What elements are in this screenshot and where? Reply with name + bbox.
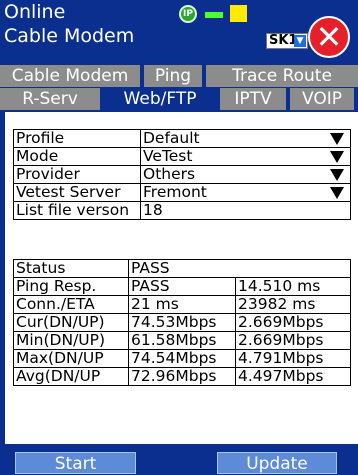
result-value: 72.96Mbps (128, 367, 236, 386)
table-row: Max(DN/UP 74.54Mbps 4.791Mbps (13, 349, 351, 368)
top-tab-bar: Cable Modem Ping Trace Route (0, 65, 358, 87)
result-value: 4.497Mbps (235, 367, 351, 386)
config-label: Vetest Server (13, 183, 141, 202)
result-value: 14.510 ms (235, 277, 351, 296)
dropdown-arrow-icon (330, 151, 344, 163)
connection-status: Online (4, 1, 66, 23)
result-value: 74.54Mbps (128, 349, 236, 368)
table-row: Ping Resp. PASS 14.510 ms (13, 277, 351, 296)
sub-tab-bar: R-Serv Web/FTP IPTV VOIP (0, 88, 358, 110)
result-value: 61.58Mbps (128, 331, 236, 350)
table-row: Cur(DN/UP) 74.53Mbps 2.669Mbps (13, 313, 351, 332)
result-label: Avg(DN/UP (13, 367, 129, 386)
result-value: 21 ms (128, 295, 236, 314)
dropdown-arrow-icon (330, 133, 344, 145)
config-value: Others (143, 165, 196, 183)
config-value: VeTest (143, 147, 193, 165)
result-value: 2.669Mbps (235, 331, 351, 350)
tab-r-serv[interactable]: R-Serv (0, 88, 100, 110)
config-table: Profile Default Mode VeTest Provider Oth… (13, 129, 351, 220)
yellow-indicator-icon (230, 5, 247, 22)
table-row: Conn./ETA 21 ms 23982 ms (13, 295, 351, 314)
result-label: Max(DN/UP (13, 349, 129, 368)
dropdown-arrow-icon (330, 187, 344, 199)
config-label: Profile (13, 129, 141, 148)
tab-voip[interactable]: VOIP (290, 88, 354, 110)
result-value: 2.669Mbps (235, 313, 351, 332)
table-row: List file verson 18 (13, 201, 351, 220)
tab-web-ftp[interactable]: Web/FTP (104, 88, 216, 110)
dropdown-arrow-icon (330, 169, 344, 181)
result-label: Cur(DN/UP) (13, 313, 129, 332)
close-icon: ✕ (315, 18, 343, 56)
table-row: Avg(DN/UP 72.96Mbps 4.497Mbps (13, 367, 351, 386)
table-row: Min(DN/UP) 61.58Mbps 2.669Mbps (13, 331, 351, 350)
chevron-down-icon: ▼ (294, 35, 306, 47)
config-label: Provider (13, 165, 141, 184)
result-value: PASS (128, 277, 236, 296)
config-value: 18 (140, 201, 351, 220)
result-label: Min(DN/UP) (13, 331, 129, 350)
config-value: Fremont (143, 183, 207, 201)
link-bar-icon (205, 12, 223, 18)
cable-modem-screen: Online Cable Modem IP SK1 ▼ ✕ Cable Mode… (0, 0, 358, 474)
result-label: Conn./ETA (13, 295, 129, 314)
mode-select[interactable]: VeTest (140, 147, 351, 166)
config-label: List file verson (13, 201, 141, 220)
test-panel: Profile Default Mode VeTest Provider Oth… (5, 112, 358, 444)
table-row[interactable]: Profile Default (13, 129, 351, 148)
result-label: Ping Resp. (13, 277, 129, 296)
tab-iptv[interactable]: IPTV (220, 88, 286, 110)
tab-ping[interactable]: Ping (144, 65, 202, 87)
table-row[interactable]: Mode VeTest (13, 147, 351, 166)
start-button[interactable]: Start (15, 452, 136, 474)
result-label: Status (13, 259, 129, 278)
close-button[interactable]: ✕ (308, 16, 350, 58)
tab-cable-modem[interactable]: Cable Modem (0, 65, 140, 87)
device-type: Cable Modem (4, 25, 135, 47)
tab-trace-route[interactable]: Trace Route (206, 65, 358, 87)
result-value: 4.791Mbps (235, 349, 351, 368)
server-select[interactable]: Fremont (140, 183, 351, 202)
config-label: Mode (13, 147, 141, 166)
table-row[interactable]: Provider Others (13, 165, 351, 184)
update-button[interactable]: Update (217, 452, 337, 474)
result-value: 74.53Mbps (128, 313, 236, 332)
status-value: PASS (128, 259, 351, 278)
sk-selector[interactable]: SK1 ▼ (266, 33, 308, 49)
provider-select[interactable]: Others (140, 165, 351, 184)
table-row[interactable]: Vetest Server Fremont (13, 183, 351, 202)
profile-select[interactable]: Default (140, 129, 351, 148)
table-row: Status PASS (13, 259, 351, 278)
result-value: 23982 ms (235, 295, 351, 314)
config-value: Default (143, 129, 200, 147)
ip-status-icon: IP (179, 5, 197, 23)
results-table: Status PASS Ping Resp. PASS 14.510 ms Co… (13, 259, 351, 386)
